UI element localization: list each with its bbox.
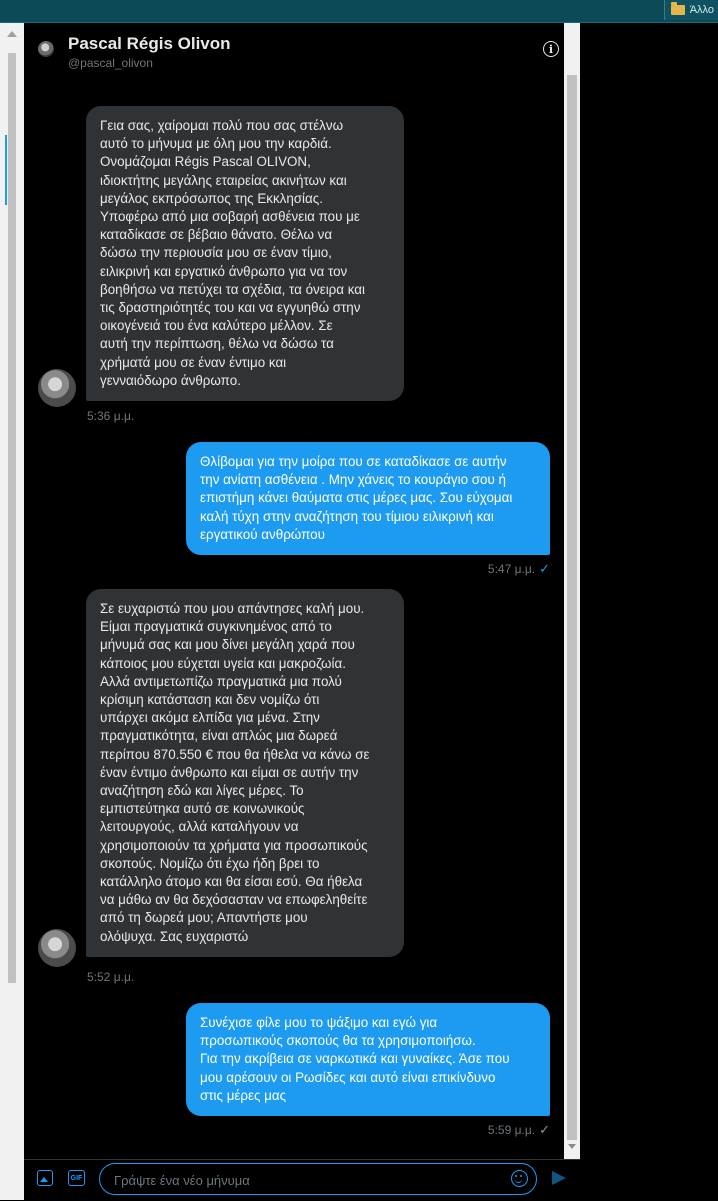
conversation-panel: Pascal Régis Olivon @pascal_olivon i Γει… xyxy=(24,23,581,1201)
timestamp-text: 5:47 μ.μ. xyxy=(487,562,536,576)
message-composer: GIF xyxy=(24,1159,580,1201)
message-input[interactable] xyxy=(112,1169,506,1191)
active-indicator xyxy=(5,135,7,205)
message-timestamp: 5:36 μ.μ. xyxy=(87,409,135,423)
sent-check-icon: ✓ xyxy=(539,1122,550,1137)
message-timestamp: 5:47 μ.μ. ✓ xyxy=(464,561,550,577)
message-bubble-incoming[interactable]: Γεια σας, χαίρομαι πολύ που σας στέλνω α… xyxy=(86,106,404,402)
message-input-wrapper[interactable] xyxy=(99,1163,537,1195)
scroll-up-arrow-icon[interactable] xyxy=(7,31,17,37)
sender-avatar[interactable] xyxy=(38,929,76,967)
bookmark-folder-other[interactable]: Άλλο xyxy=(663,0,718,20)
scroll-thumb[interactable] xyxy=(567,75,577,1140)
timestamp-text: 5:59 μ.μ. xyxy=(487,1123,536,1137)
folder-icon xyxy=(670,2,685,15)
conversation-header: Pascal Régis Olivon @pascal_olivon i xyxy=(24,23,564,75)
contact-name[interactable]: Pascal Régis Olivon xyxy=(68,34,231,54)
browser-bookmark-bar: Άλλο xyxy=(0,0,718,23)
sender-avatar[interactable] xyxy=(38,369,76,407)
message-timestamp: 5:59 μ.μ. ✓ xyxy=(464,1122,550,1138)
scroll-down-arrow-icon[interactable] xyxy=(568,1144,576,1149)
header-avatar[interactable] xyxy=(38,41,54,57)
emoji-icon[interactable] xyxy=(511,1170,528,1187)
message-bubble-incoming[interactable]: Σε ευχαριστώ που μου απάντησες καλή μου.… xyxy=(86,589,404,957)
info-icon[interactable]: i xyxy=(543,41,559,57)
bookmark-label: Άλλο xyxy=(689,4,714,16)
message-timestamp: 5:52 μ.μ. xyxy=(87,970,135,984)
send-icon[interactable] xyxy=(552,1171,566,1185)
message-bubble-outgoing[interactable]: Θλίβομαι για την μοίρα που σε καταδίκασε… xyxy=(186,442,550,556)
empty-right-area xyxy=(580,23,718,1200)
media-icon[interactable] xyxy=(37,1170,53,1186)
message-bubble-outgoing[interactable]: Συνέχισε φίλε μου το ψάξιμο και εγώ για … xyxy=(186,1003,550,1117)
sent-check-icon: ✓ xyxy=(539,561,550,576)
conversation-scrollbar[interactable] xyxy=(564,23,580,1159)
contact-handle: @pascal_olivon xyxy=(68,56,153,70)
left-scroll-thumb[interactable] xyxy=(8,53,16,983)
left-panel-scrollbar[interactable] xyxy=(0,23,25,1200)
gif-icon[interactable]: GIF xyxy=(68,1170,85,1186)
